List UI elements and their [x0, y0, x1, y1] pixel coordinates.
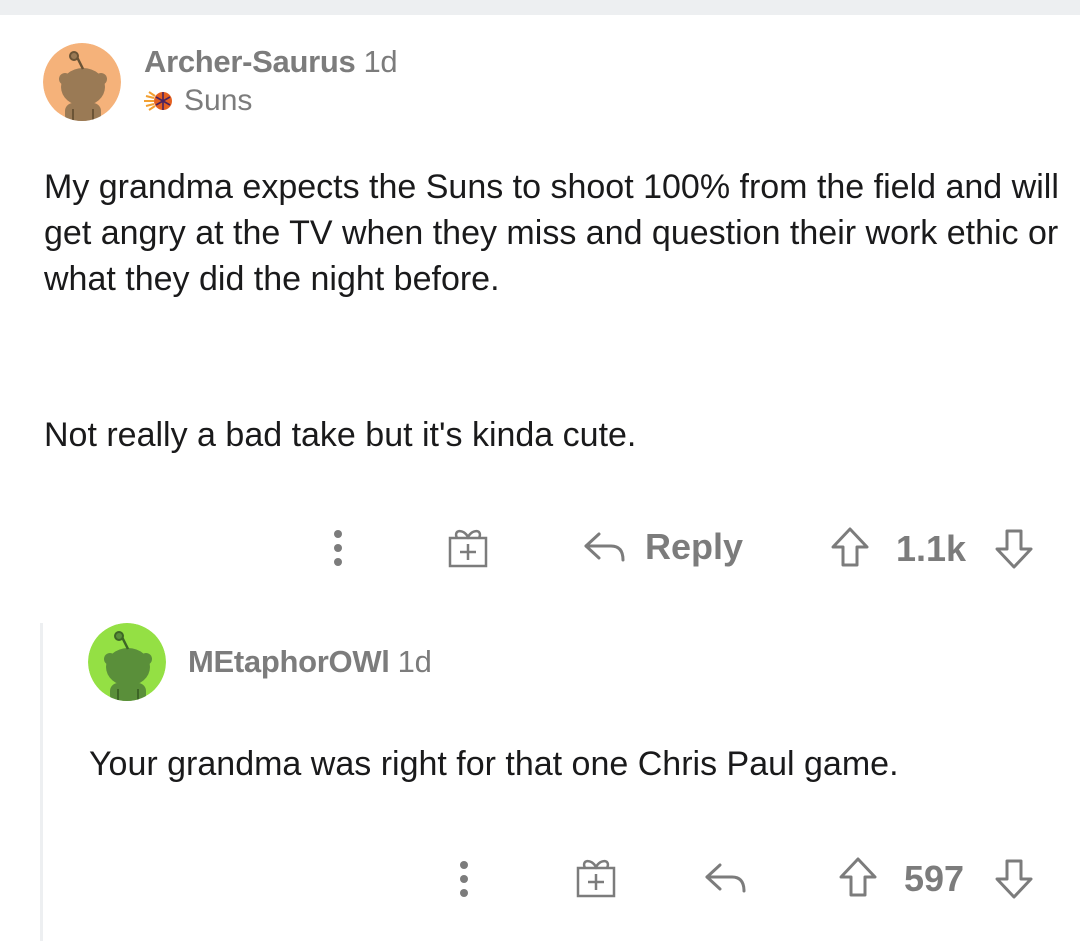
- gift-award-icon: [448, 529, 488, 568]
- reply-button[interactable]: [700, 854, 752, 902]
- upvote-arrow-icon: [839, 857, 877, 897]
- vote-score: 597: [904, 858, 965, 899]
- username[interactable]: MEtaphorOWl: [188, 644, 390, 679]
- upvote-arrow-icon: [831, 527, 869, 567]
- give-award-button[interactable]: [570, 852, 622, 902]
- thread-indent-line[interactable]: [40, 623, 43, 941]
- snoo-avatar-icon: [88, 623, 166, 701]
- give-award-button[interactable]: [442, 522, 494, 572]
- upvote-button[interactable]: [834, 852, 882, 902]
- avatar[interactable]: [43, 43, 121, 121]
- flair-text: Suns: [184, 84, 253, 117]
- downvote-button[interactable]: [990, 524, 1038, 574]
- reply-label[interactable]: Reply: [645, 526, 743, 568]
- more-vertical-icon: [334, 530, 342, 566]
- gift-award-icon: [576, 859, 616, 898]
- snoo-avatar-icon: [43, 43, 121, 121]
- comment-author[interactable]: MEtaphorOWl 1d: [188, 644, 432, 680]
- comment-body-paragraph: My grandma expects the Suns to shoot 100…: [44, 168, 1059, 298]
- reply-arrow-icon: [705, 863, 746, 893]
- username[interactable]: Archer-Saurus: [144, 44, 356, 79]
- downvote-button[interactable]: [990, 854, 1038, 904]
- avatar[interactable]: [88, 623, 166, 701]
- comment-author[interactable]: Archer-Saurus 1d: [144, 44, 398, 80]
- comment-age: 1d: [363, 44, 398, 79]
- downvote-arrow-icon: [995, 859, 1033, 899]
- more-options-button[interactable]: [446, 856, 482, 902]
- suns-logo-icon: [144, 91, 172, 111]
- comment-body-paragraph: Not really a bad take but it's kinda cut…: [44, 416, 637, 454]
- comment-age: 1d: [397, 644, 432, 679]
- comment-body-paragraph: Your grandma was right for that one Chri…: [89, 745, 899, 783]
- upvote-button[interactable]: [826, 522, 874, 572]
- top-divider-strip: [0, 0, 1080, 15]
- downvote-arrow-icon: [995, 529, 1033, 569]
- reply-arrow-icon: [584, 532, 625, 562]
- vote-score: 1.1k: [896, 528, 967, 569]
- more-options-button[interactable]: [320, 525, 356, 571]
- user-flair: Suns: [144, 84, 252, 118]
- more-vertical-icon: [460, 861, 468, 897]
- reply-button[interactable]: Reply: [578, 522, 748, 572]
